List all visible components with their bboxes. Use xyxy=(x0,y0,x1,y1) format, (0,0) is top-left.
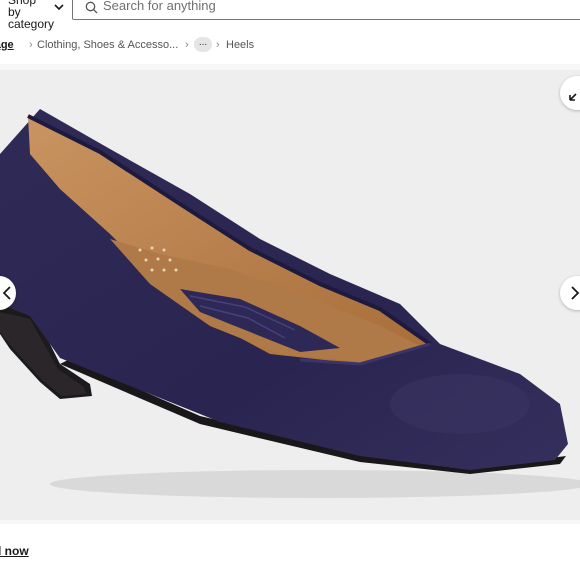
shop-by-category-label: Shop by category xyxy=(8,0,55,31)
chevron-right-icon xyxy=(571,286,580,300)
search-icon xyxy=(85,1,98,14)
chevron-down-icon xyxy=(54,4,64,11)
chevron-left-icon xyxy=(2,286,11,300)
breadcrumb-more-button[interactable]: ... xyxy=(194,37,212,52)
shop-by-category-button[interactable]: Shop by category xyxy=(0,0,72,30)
top-bar: Shop by category Search for anything xyxy=(0,0,580,30)
search-placeholder: Search for anything xyxy=(103,0,216,13)
next-image-button[interactable] xyxy=(560,276,580,310)
breadcrumb-separator-icon: › xyxy=(185,39,189,51)
product-image-gallery[interactable] xyxy=(0,64,580,524)
breadcrumb-separator-icon: › xyxy=(29,39,33,51)
breadcrumb-separator-icon: › xyxy=(216,39,220,51)
breadcrumb-home-link[interactable]: page xyxy=(0,36,14,54)
footer-link[interactable]: l now xyxy=(0,544,29,558)
previous-image-button[interactable] xyxy=(0,276,16,310)
expand-image-button[interactable] xyxy=(560,76,580,110)
search-input[interactable]: Search for anything xyxy=(72,0,580,20)
shoe-product-photo xyxy=(0,109,580,498)
breadcrumb-category-link[interactable]: Clothing, Shoes & Accesso... xyxy=(37,36,178,54)
expand-icon xyxy=(569,93,577,101)
breadcrumb-current[interactable]: Heels xyxy=(226,36,254,54)
